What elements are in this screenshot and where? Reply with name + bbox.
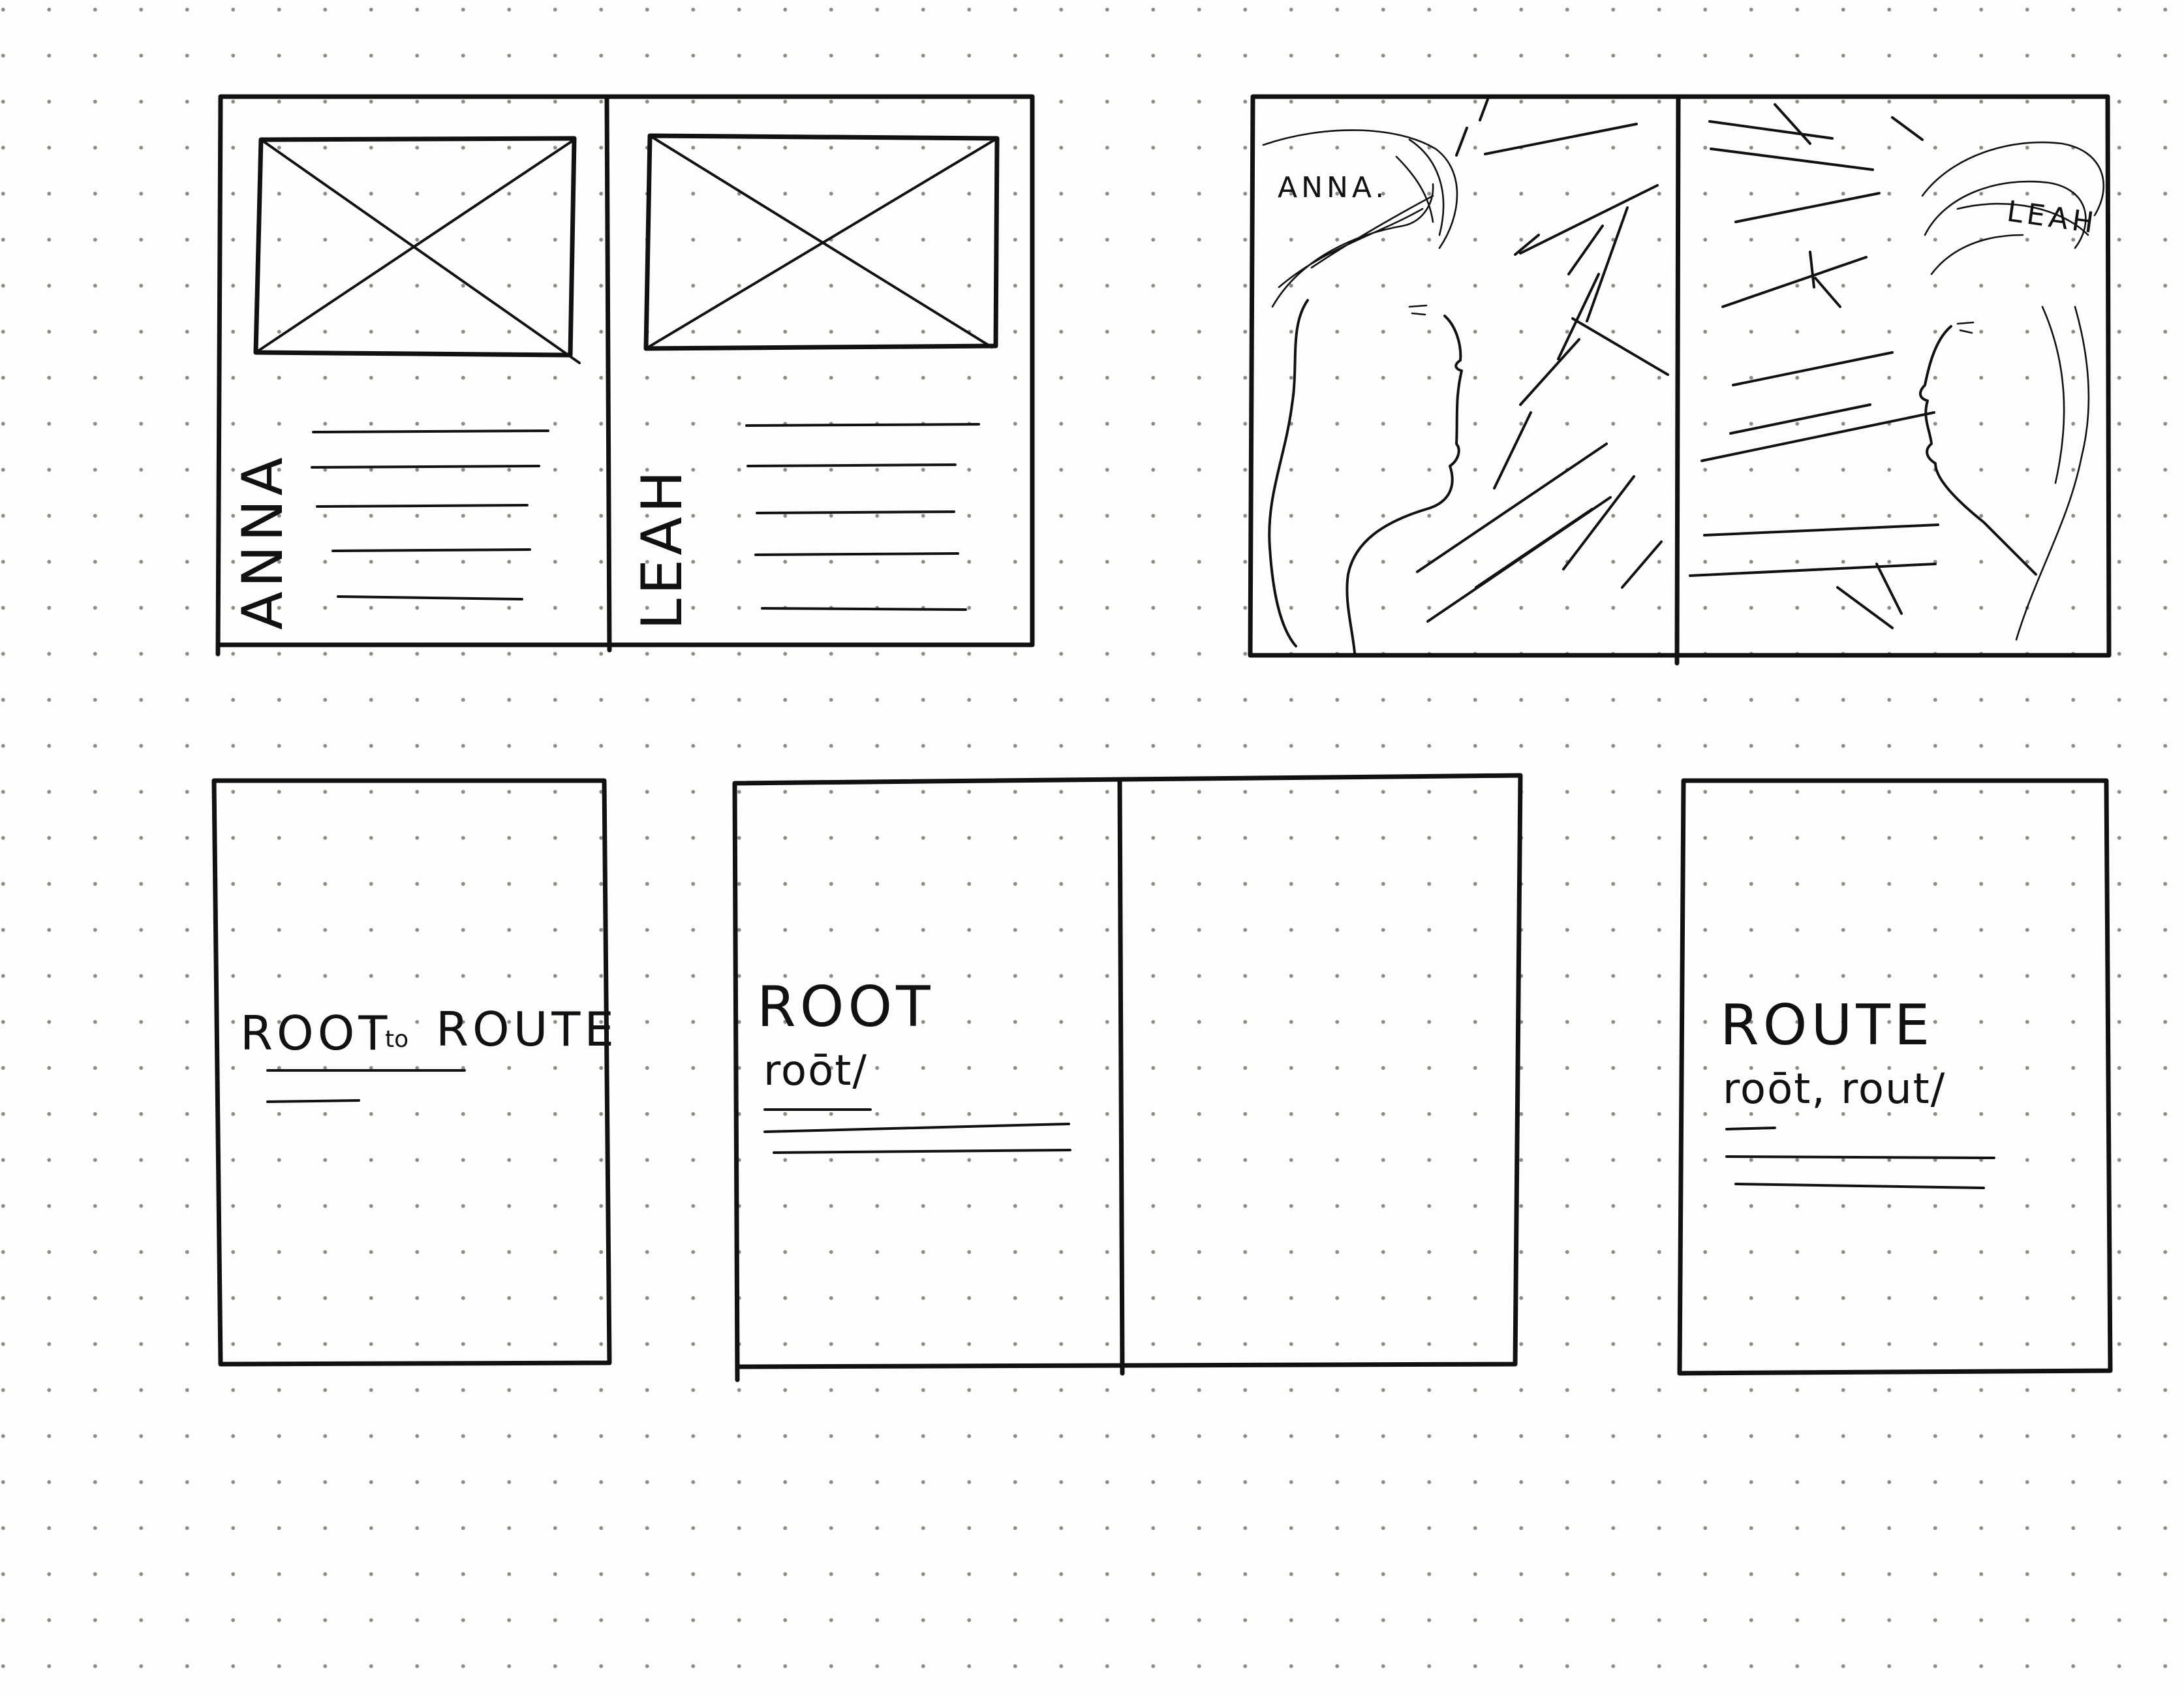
root-pronunciation: roōt/ bbox=[763, 1047, 868, 1095]
image-placeholder-anna-cross bbox=[254, 138, 581, 364]
cover-title-to: to bbox=[385, 1026, 408, 1053]
anna-vertical-name: ANNA bbox=[230, 454, 296, 630]
leah-portrait-panel: LEAH bbox=[1689, 103, 2105, 641]
leah-light-rays bbox=[1689, 103, 1939, 629]
image-placeholder-leah-cross bbox=[645, 134, 998, 350]
route-text-lines bbox=[1725, 1127, 1995, 1189]
spread-top-right: ANNA. LEAH bbox=[1248, 94, 2112, 666]
cover-page-frame bbox=[211, 778, 612, 1367]
spread-bottom-middle: ROOT roōt/ bbox=[732, 773, 1523, 1382]
spread-top-right-spine bbox=[1674, 95, 1681, 666]
root-text-lines bbox=[763, 1108, 1071, 1154]
spread-top-left-frame bbox=[215, 94, 1035, 657]
cover-title-root: ROOT bbox=[240, 1006, 391, 1061]
route-page: ROUTE roōt, rout/ bbox=[1677, 778, 2113, 1376]
leah-eye bbox=[1956, 321, 1975, 334]
anna-eye bbox=[1408, 304, 1428, 316]
leah-text-lines bbox=[745, 423, 980, 611]
root-word: ROOT bbox=[757, 974, 934, 1040]
anna-hair-strokes bbox=[1262, 129, 1458, 308]
spread-top-left-spine bbox=[604, 97, 612, 653]
route-pronunciation: roōt, rout/ bbox=[1723, 1065, 1946, 1113]
anna-portrait-panel: ANNA. bbox=[1262, 98, 1669, 654]
route-word: ROUTE bbox=[1720, 993, 1933, 1058]
anna-portrait-label: ANNA. bbox=[1278, 171, 1388, 204]
sketch-sheet: ANNA LEAH ANNA. LEAH ROOT to ROUTE ROOT … bbox=[211, 94, 2113, 1382]
leah-page: LEAH bbox=[630, 133, 1000, 630]
cover-page: ROOT to ROUTE bbox=[211, 778, 618, 1367]
anna-back-of-head bbox=[1268, 299, 1309, 647]
leah-profile bbox=[1919, 325, 2037, 576]
cover-underlines bbox=[266, 1069, 466, 1103]
leah-vertical-name: LEAH bbox=[630, 467, 695, 630]
anna-page: ANNA bbox=[230, 136, 581, 630]
cover-title-route: ROUTE bbox=[436, 1002, 618, 1057]
anna-text-lines bbox=[311, 429, 549, 600]
spread-bottom-middle-spine bbox=[1117, 778, 1125, 1376]
anna-profile bbox=[1346, 315, 1463, 654]
spread-top-left: ANNA LEAH bbox=[215, 94, 1035, 657]
